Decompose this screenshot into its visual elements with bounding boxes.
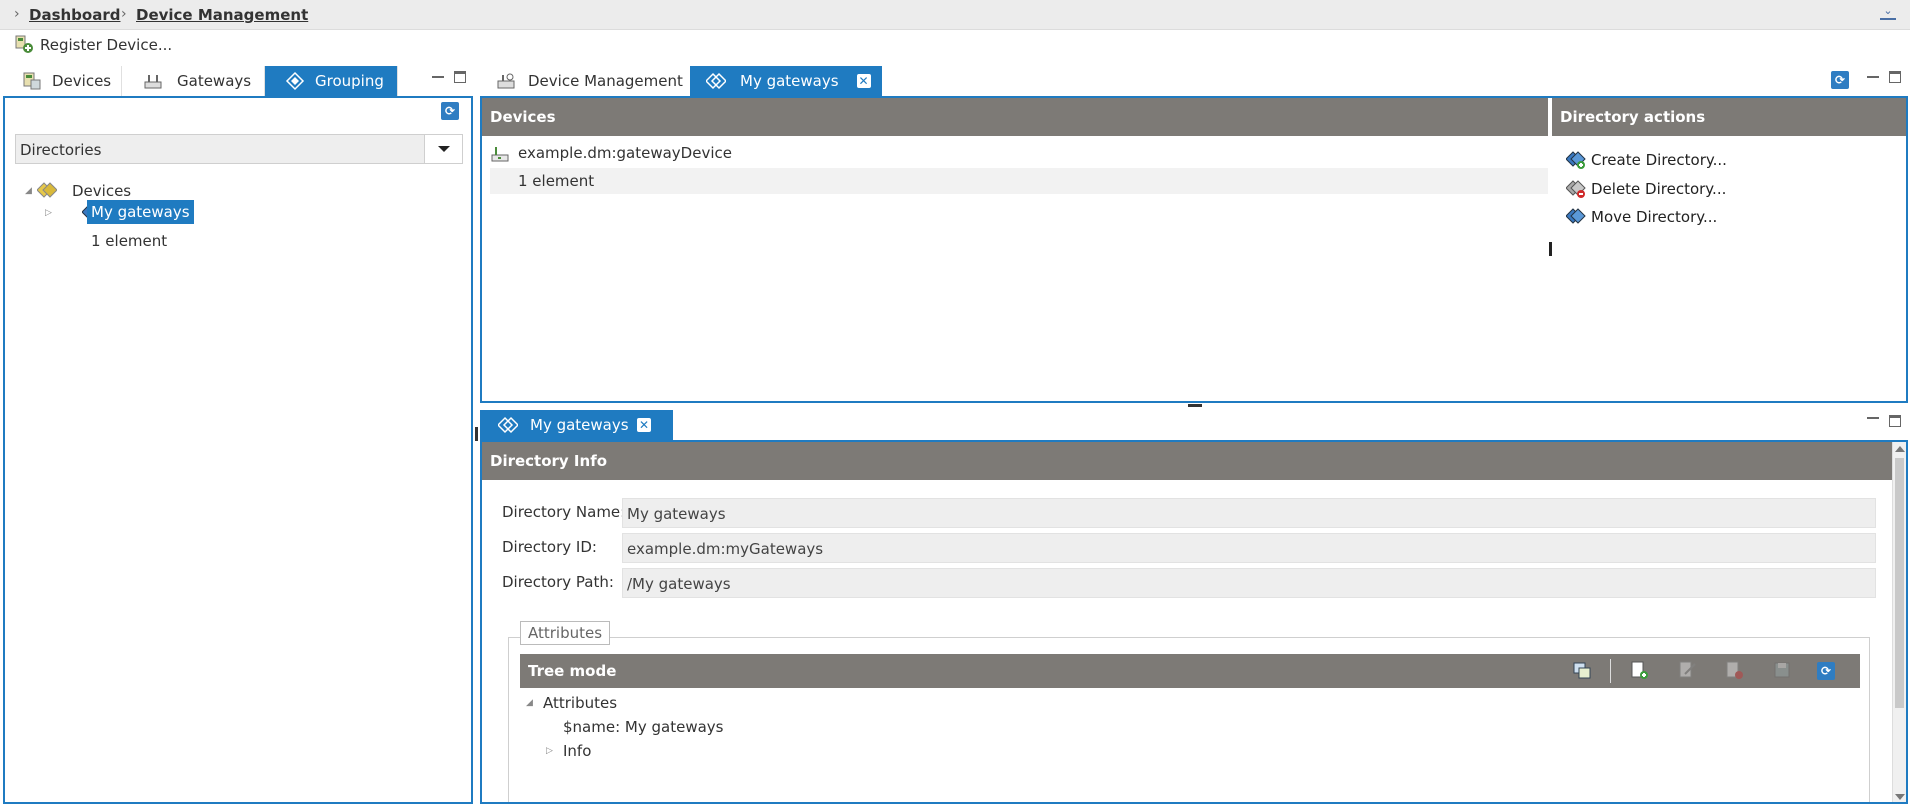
directory-actions-title: Directory actions [1560, 108, 1706, 126]
tab-detail-label: My gateways [530, 416, 629, 434]
tab-device-management[interactable]: Device Management [496, 66, 690, 96]
device-count-row: 1 element [490, 168, 1548, 194]
save-icon[interactable] [1772, 660, 1792, 680]
tree-expanded-icon[interactable]: ◢ [526, 698, 533, 708]
attribute-info-node[interactable]: Info [563, 742, 591, 760]
maximize-icon[interactable] [1889, 415, 1901, 427]
minimize-icon[interactable] [1867, 70, 1879, 78]
tree-mode-title: Tree mode [528, 662, 617, 680]
device-row-name[interactable]: example.dm:gatewayDevice [518, 144, 732, 162]
tree-collapsed-icon[interactable]: ▷ [45, 208, 52, 218]
register-device-icon [14, 34, 34, 54]
delete-directory-label: Delete Directory... [1591, 180, 1727, 198]
scroll-down-icon[interactable] [1895, 794, 1905, 800]
tree-mode-header: Tree mode [520, 654, 1860, 688]
close-icon[interactable]: ✕ [856, 74, 871, 88]
attribute-name-entry[interactable]: $name: My gateways [563, 718, 723, 736]
tab-devices[interactable]: Devices [22, 66, 122, 96]
directory-path-label: Directory Path: [502, 573, 614, 591]
tab-gateways[interactable]: Gateways [143, 66, 265, 96]
tree-item-my-gateways[interactable]: My gateways [87, 200, 194, 224]
chevron-right-icon: › [121, 6, 127, 22]
delete-directory-icon [1566, 179, 1586, 199]
close-icon[interactable]: ✕ [637, 418, 651, 432]
maximize-icon[interactable] [1889, 71, 1901, 83]
directory-info-header: Directory Info [482, 442, 1892, 480]
register-device-button[interactable] [14, 34, 34, 58]
refresh-icon[interactable]: ⟳ [1817, 662, 1835, 680]
collapse-header-icon[interactable]: ⌄ [1880, 5, 1896, 20]
directory-id-field: example.dm:myGateways [622, 533, 1876, 563]
edit-attribute-icon[interactable] [1677, 660, 1697, 680]
tab-my-gateways-detail[interactable]: My gateways ✕ [480, 410, 673, 440]
tab-my-gateways-label: My gateways [740, 72, 839, 90]
grouping-icon [498, 415, 518, 435]
devices-header-title: Devices [490, 108, 556, 126]
directories-select-value: Directories [20, 141, 102, 159]
attributes-legend: Attributes [520, 621, 611, 645]
move-directory-label: Move Directory... [1591, 208, 1718, 226]
add-attribute-icon[interactable] [1629, 660, 1649, 680]
chevron-right-icon: › [14, 6, 20, 22]
devices-icon [22, 71, 42, 91]
tree-root-devices[interactable]: Devices [72, 182, 131, 200]
splitter-handle[interactable] [1549, 242, 1552, 256]
delete-directory-action[interactable]: Delete Directory... [1566, 179, 1766, 199]
device-count: 1 element [518, 172, 595, 190]
directory-actions-header: Directory actions [1552, 98, 1906, 136]
directory-name-field: My gateways [622, 498, 1876, 528]
directory-id-label: Directory ID: [502, 538, 597, 556]
move-directory-action[interactable]: Move Directory... [1566, 207, 1766, 227]
tab-device-management-label: Device Management [528, 72, 683, 90]
tab-grouping[interactable]: Grouping [265, 66, 398, 96]
scroll-up-icon[interactable] [1895, 446, 1905, 452]
folder-group-icon [37, 180, 57, 200]
directory-name-label: Directory Name: [502, 503, 626, 521]
create-directory-icon [1566, 150, 1586, 170]
directory-detail-panel: Directory Info Directory Name: My gatewa… [480, 440, 1908, 804]
tab-devices-label: Devices [52, 72, 112, 90]
register-device-label[interactable]: Register Device... [40, 36, 172, 54]
refresh-icon[interactable]: ⟳ [1831, 71, 1849, 89]
gateway-icon [143, 71, 163, 91]
toggle-mode-icon[interactable] [1572, 660, 1592, 680]
minimize-icon[interactable] [432, 70, 444, 78]
chevron-down-icon[interactable] [424, 135, 462, 163]
tree-item-count: 1 element [91, 232, 168, 250]
move-directory-icon [1566, 207, 1586, 227]
delete-attribute-icon[interactable] [1724, 660, 1744, 680]
create-directory-action[interactable]: Create Directory... [1566, 150, 1766, 170]
device-management-icon [496, 71, 516, 91]
directories-select[interactable]: Directories [15, 134, 463, 164]
breadcrumb-device-management[interactable]: Device Management [136, 6, 308, 24]
maximize-icon[interactable] [454, 71, 466, 83]
toolbar-divider [1610, 659, 1611, 683]
directory-path-field: /My gateways [622, 568, 1876, 598]
refresh-icon[interactable]: ⟳ [441, 102, 459, 120]
breadcrumb-bar: › Dashboard › Device Management ⌄ [0, 0, 1910, 30]
grouping-icon [285, 71, 305, 91]
gateway-device-icon [490, 144, 510, 164]
detail-scrollbar[interactable] [1892, 442, 1906, 802]
grouping-panel: ⟳ Directories ◢ Devices ▷ My gateways 1 … [3, 96, 473, 804]
tree-collapsed-icon[interactable]: ▷ [546, 746, 553, 756]
tab-grouping-label: Grouping [315, 72, 384, 90]
scroll-thumb[interactable] [1895, 458, 1904, 708]
tree-expanded-icon[interactable]: ◢ [25, 186, 32, 196]
tab-gateways-label: Gateways [177, 72, 252, 90]
minimize-icon[interactable] [1867, 411, 1879, 419]
attributes-root[interactable]: Attributes [543, 694, 617, 712]
directory-contents-panel: Devices Directory actions example.dm:gat… [480, 96, 1908, 403]
directory-info-title: Directory Info [490, 452, 608, 470]
devices-header: Devices [482, 98, 1548, 136]
horizontal-splitter[interactable] [1188, 404, 1202, 407]
grouping-icon [706, 71, 726, 91]
vertical-splitter[interactable] [475, 427, 478, 441]
create-directory-label: Create Directory... [1591, 151, 1727, 169]
breadcrumb-dashboard[interactable]: Dashboard [29, 6, 120, 24]
tab-my-gateways[interactable]: My gateways ✕ [690, 66, 882, 96]
